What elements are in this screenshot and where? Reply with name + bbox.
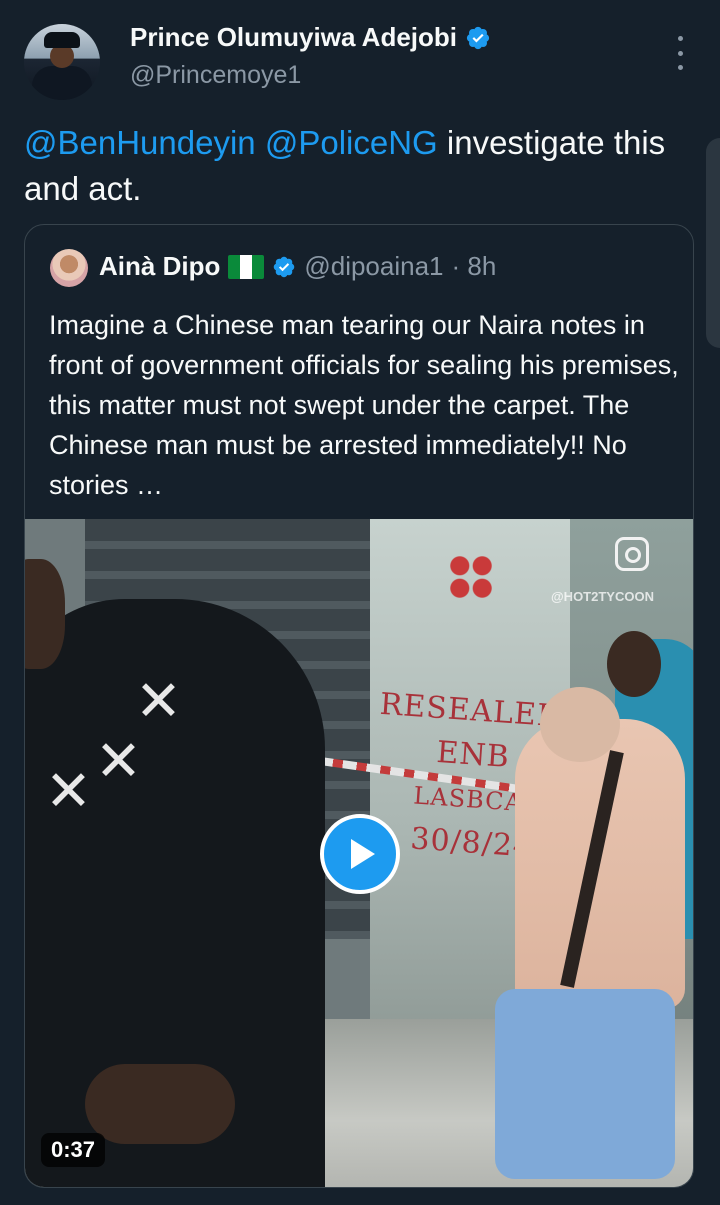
quoted-timestamp[interactable]: · 8h: [452, 251, 497, 282]
quoted-display-name[interactable]: Ainà Dipo: [99, 251, 220, 282]
video-scene-shirt-mark: ✕: [95, 729, 142, 794]
quoted-tweet-card[interactable]: Ainà Dipo @dipoaina1 · 8h Imagine a Chin…: [24, 224, 694, 1188]
video-duration: 0:37: [41, 1133, 106, 1167]
video-scene-red-symbol: [443, 549, 499, 605]
video-scene-shirt-mark: ✕: [135, 669, 182, 734]
tweet-text: @BenHundeyin @PoliceNG investigate this …: [24, 120, 684, 212]
nigeria-flag-icon: [228, 254, 265, 279]
quoted-tweet-text: Imagine a Chinese man tearing our Naira …: [49, 310, 679, 500]
verified-badge-icon: [274, 256, 295, 277]
instagram-icon: [615, 537, 649, 571]
quoted-handle[interactable]: @dipoaina1: [304, 251, 443, 282]
quoted-author-avatar[interactable]: [50, 249, 88, 287]
video-scene-man-head: [540, 687, 620, 762]
mention-link[interactable]: @PoliceNG: [265, 124, 438, 161]
play-icon: [351, 839, 375, 869]
video-scene-shirt-mark: ✕: [45, 759, 92, 824]
mention-link[interactable]: @BenHundeyin: [24, 124, 256, 161]
more-options-icon[interactable]: [668, 36, 692, 70]
video-watermark: @HOT2TYCOON: [551, 589, 654, 604]
video-player[interactable]: RESEALED ENB LASBCA 30/8/24 ✕ ✕ ✕ @HOT2T…: [25, 519, 693, 1187]
author-avatar[interactable]: [24, 24, 100, 100]
side-scroll-handle[interactable]: [706, 138, 720, 348]
verified-badge-icon: [466, 26, 490, 49]
quoted-author-row[interactable]: Ainà Dipo @dipoaina1 · 8h: [99, 251, 496, 282]
play-button[interactable]: [320, 814, 400, 894]
author-name-row[interactable]: Prince Olumuyiwa Adejobi: [130, 22, 491, 53]
author-handle[interactable]: @Princemoye1: [130, 61, 301, 90]
video-scene-shorts: [495, 989, 675, 1179]
video-scene-hand: [85, 1064, 235, 1144]
video-scene-bystander-head: [607, 631, 661, 697]
author-display-name[interactable]: Prince Olumuyiwa Adejobi: [130, 22, 457, 53]
